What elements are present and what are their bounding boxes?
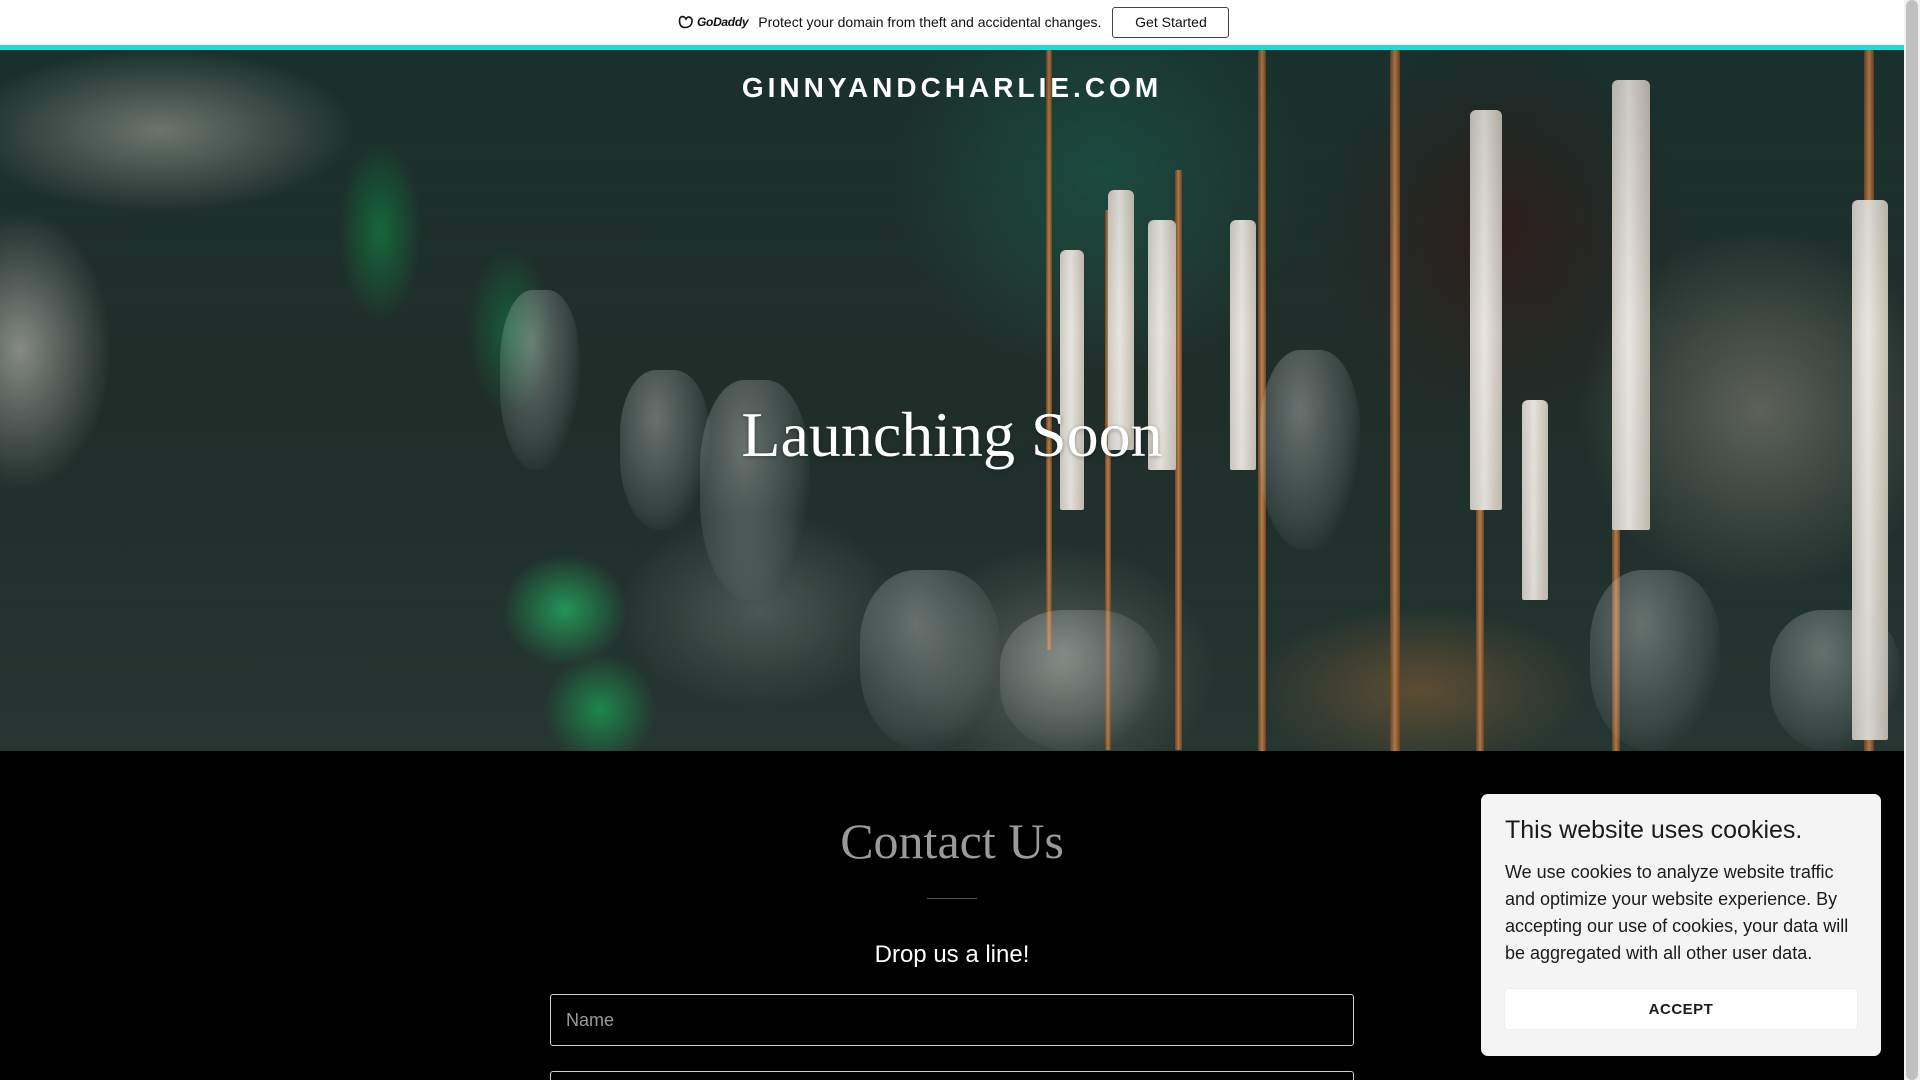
name-input[interactable] xyxy=(550,994,1354,1046)
promo-bar: GoDaddy Protect your domain from theft a… xyxy=(0,0,1904,50)
page: GoDaddy Protect your domain from theft a… xyxy=(0,0,1904,1080)
promo-bar-content: GoDaddy Protect your domain from theft a… xyxy=(678,6,1230,38)
godaddy-logo-icon xyxy=(678,15,693,29)
godaddy-logo: GoDaddy xyxy=(678,15,749,29)
godaddy-logo-text: GoDaddy xyxy=(697,15,749,29)
hero-section: GINNYANDCHARLIE.COM Launching Soon xyxy=(0,50,1904,751)
cookie-title: This website uses cookies. xyxy=(1505,816,1803,844)
hero-heading: Launching Soon xyxy=(741,399,1163,470)
site-title[interactable]: GINNYANDCHARLIE.COM xyxy=(0,72,1904,104)
accept-cookies-button[interactable]: ACCEPT xyxy=(1505,989,1857,1029)
cookie-body: We use cookies to analyze website traffi… xyxy=(1505,862,1849,963)
promo-message: Protect your domain from theft and accid… xyxy=(758,14,1102,30)
heading-divider xyxy=(927,898,977,899)
email-input[interactable] xyxy=(550,1071,1354,1080)
cookie-banner: This website uses cookies. We use cookie… xyxy=(1481,794,1881,1056)
scrollbar-thumb[interactable] xyxy=(1906,0,1918,1080)
get-started-button[interactable]: Get Started xyxy=(1112,6,1230,38)
